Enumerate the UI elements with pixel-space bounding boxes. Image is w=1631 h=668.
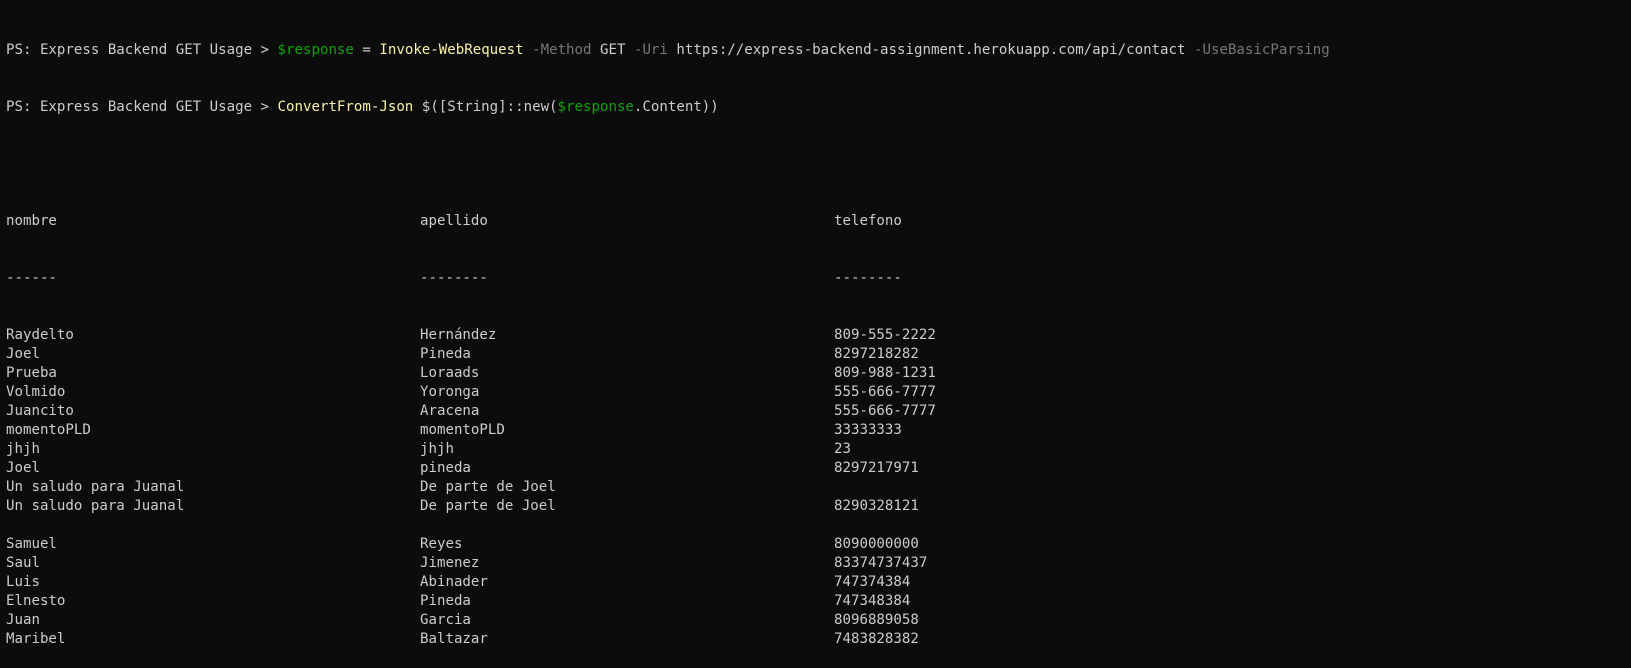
cell-apellido: Reyes bbox=[420, 536, 463, 552]
cell-telefono: 33333333 bbox=[834, 422, 902, 438]
table-row: jhjh jhjh 23 bbox=[6, 440, 1631, 459]
table-row: Saul Jimenez 83374737437 bbox=[6, 554, 1631, 573]
variable-token: $response bbox=[277, 42, 354, 58]
cell-apellido: momentoPLD bbox=[420, 422, 505, 438]
argument-token: .Content)) bbox=[633, 99, 719, 115]
underline-telefono: -------- bbox=[834, 270, 902, 286]
cell-nombre: Joel bbox=[6, 346, 40, 362]
table-header-row: nombre apellido telefono bbox=[6, 212, 1631, 231]
cell-telefono: 809-555-2222 bbox=[834, 327, 936, 343]
cell-nombre: jhjh bbox=[6, 441, 40, 457]
cell-nombre: Elnesto bbox=[6, 593, 66, 609]
cell-apellido: Aracena bbox=[420, 403, 480, 419]
cell-telefono: 555-666-7777 bbox=[834, 384, 936, 400]
cell-apellido: De parte de Joel bbox=[420, 479, 556, 495]
cell-apellido: jhjh bbox=[420, 441, 454, 457]
cell-telefono: 83374737437 bbox=[834, 555, 928, 571]
cell-nombre: Un saludo para Juanal bbox=[6, 498, 185, 514]
cell-apellido: pineda bbox=[420, 460, 471, 476]
cell-telefono: 23 bbox=[834, 441, 851, 457]
table-row: Juancito Aracena 555-666-7777 bbox=[6, 402, 1631, 421]
cell-nombre: Juancito bbox=[6, 403, 74, 419]
cell-telefono: 747348384 bbox=[834, 593, 911, 609]
table-row bbox=[6, 516, 1631, 535]
command-line-2: PS: Express Backend GET Usage > ConvertF… bbox=[6, 98, 1631, 117]
cell-telefono: 747374384 bbox=[834, 574, 911, 590]
header-telefono: telefono bbox=[834, 213, 902, 229]
table-row: Samuel Reyes 8090000000 bbox=[6, 535, 1631, 554]
table-body: Raydelto Hernández 809-555-2222 Joel Pineda 8… bbox=[6, 326, 1631, 649]
cell-apellido: Garcia bbox=[420, 612, 471, 628]
underline-apellido: -------- bbox=[420, 270, 488, 286]
table-row: Luis Abinader 747374384 bbox=[6, 573, 1631, 592]
header-apellido: apellido bbox=[420, 213, 488, 229]
cell-nombre: Volmido bbox=[6, 384, 66, 400]
parameter-token: -UseBasicParsing bbox=[1185, 42, 1330, 58]
cell-apellido bbox=[420, 516, 834, 535]
command-line-1: PS: Express Backend GET Usage > $respons… bbox=[6, 41, 1631, 60]
cell-nombre: Maribel bbox=[6, 631, 66, 647]
cell-nombre: Raydelto bbox=[6, 327, 74, 343]
table-row: Juan Garcia 8096889058 bbox=[6, 611, 1631, 630]
cell-apellido: Pineda bbox=[420, 346, 471, 362]
variable-token: $response bbox=[557, 99, 634, 115]
header-nombre: nombre bbox=[6, 213, 57, 229]
cell-nombre: Luis bbox=[6, 574, 40, 590]
table-row: Maribel Baltazar 7483828382 bbox=[6, 630, 1631, 649]
table-row: momentoPLD momentoPLD 33333333 bbox=[6, 421, 1631, 440]
cell-apellido: Pineda bbox=[420, 593, 471, 609]
cell-apellido: Yoronga bbox=[420, 384, 480, 400]
cell-apellido: Jimenez bbox=[420, 555, 480, 571]
table-row: Raydelto Hernández 809-555-2222 bbox=[6, 326, 1631, 345]
cell-nombre: Joel bbox=[6, 460, 40, 476]
assign-operator: = bbox=[353, 42, 380, 58]
cell-telefono: 809-988-1231 bbox=[834, 365, 936, 381]
cell-telefono: 8290328121 bbox=[834, 498, 919, 514]
cell-nombre: Samuel bbox=[6, 536, 57, 552]
cell-nombre: Saul bbox=[6, 555, 40, 571]
cell-telefono: 8297217971 bbox=[834, 460, 919, 476]
cell-telefono: 555-666-7777 bbox=[834, 403, 936, 419]
cell-nombre bbox=[6, 516, 420, 535]
cell-nombre: Un saludo para Juanal bbox=[6, 479, 185, 495]
cell-nombre: Prueba bbox=[6, 365, 57, 381]
parameter-token: -Uri bbox=[625, 42, 668, 58]
parameter-token: -Method bbox=[523, 42, 592, 58]
cell-apellido: De parte de Joel bbox=[420, 498, 556, 514]
url-argument: https://express-backend-assignment.herok… bbox=[667, 42, 1186, 58]
prompt-text: PS: Express Backend GET Usage > bbox=[6, 42, 278, 58]
table-row: Prueba Loraads 809-988-1231 bbox=[6, 364, 1631, 383]
cell-telefono: 8297218282 bbox=[834, 346, 919, 362]
cell-telefono: 7483828382 bbox=[834, 631, 919, 647]
table-row: Un saludo para Juanal De parte de Joel bbox=[6, 478, 1631, 497]
cell-telefono: 8096889058 bbox=[834, 612, 919, 628]
table-header-underline: ------ -------- -------- bbox=[6, 269, 1631, 288]
cell-nombre: momentoPLD bbox=[6, 422, 91, 438]
cell-apellido: Baltazar bbox=[420, 631, 488, 647]
cell-telefono: 8090000000 bbox=[834, 536, 919, 552]
cmdlet-token: ConvertFrom-Json bbox=[277, 99, 414, 115]
table-row: Volmido Yoronga 555-666-7777 bbox=[6, 383, 1631, 402]
argument-token: $([String]::new( bbox=[413, 99, 558, 115]
table-row: Joel Pineda 8297218282 bbox=[6, 345, 1631, 364]
table-row: Joel pineda 8297217971 bbox=[6, 459, 1631, 478]
underline-nombre: ------ bbox=[6, 270, 57, 286]
argument-token: GET bbox=[591, 42, 626, 58]
prompt-text: PS: Express Backend GET Usage > bbox=[6, 99, 278, 115]
cell-nombre: Juan bbox=[6, 612, 40, 628]
table-row: Un saludo para Juanal De parte de Joel 829… bbox=[6, 497, 1631, 516]
cell-apellido: Hernández bbox=[420, 327, 497, 343]
table-row: Elnesto Pineda 747348384 bbox=[6, 592, 1631, 611]
cell-apellido: Abinader bbox=[420, 574, 488, 590]
terminal-output[interactable]: PS: Express Backend GET Usage > $respons… bbox=[6, 3, 1631, 668]
cmdlet-token: Invoke-WebRequest bbox=[379, 42, 524, 58]
cell-apellido: Loraads bbox=[420, 365, 480, 381]
